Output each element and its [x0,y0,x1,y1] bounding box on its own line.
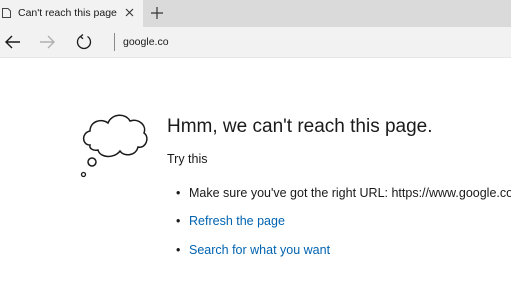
page-icon [2,8,11,18]
refresh-page-link[interactable]: Refresh the page [189,214,285,228]
refresh-icon[interactable] [74,32,94,52]
bullet-marker: • [176,214,181,228]
navigation-bar: google.co [0,27,511,58]
bullet-marker: • [176,186,181,200]
suggestion-search: • Search for what you want [176,243,511,261]
suggestion-check-url: • Make sure you've got the right URL: ht… [176,186,511,204]
forward-arrow-icon[interactable] [37,32,57,52]
suggestion-text: Make sure you've got the right URL: http… [189,186,511,200]
search-link[interactable]: Search for what you want [189,243,330,257]
plus-icon[interactable] [149,5,165,21]
tab-title: Can't reach this page [18,7,117,19]
error-headline: Hmm, we can't reach this page. [167,116,433,137]
try-this-label: Try this [167,152,208,166]
close-icon[interactable] [124,7,135,18]
back-arrow-icon[interactable] [3,32,23,52]
tab-strip: Can't reach this page [0,0,511,27]
suggestion-refresh: • Refresh the page [176,214,511,232]
address-separator [114,33,115,51]
address-bar[interactable]: google.co [123,36,169,48]
thought-cloud-icon [80,114,148,178]
tab-active[interactable]: Can't reach this page [0,0,143,27]
bullet-marker: • [176,243,181,257]
